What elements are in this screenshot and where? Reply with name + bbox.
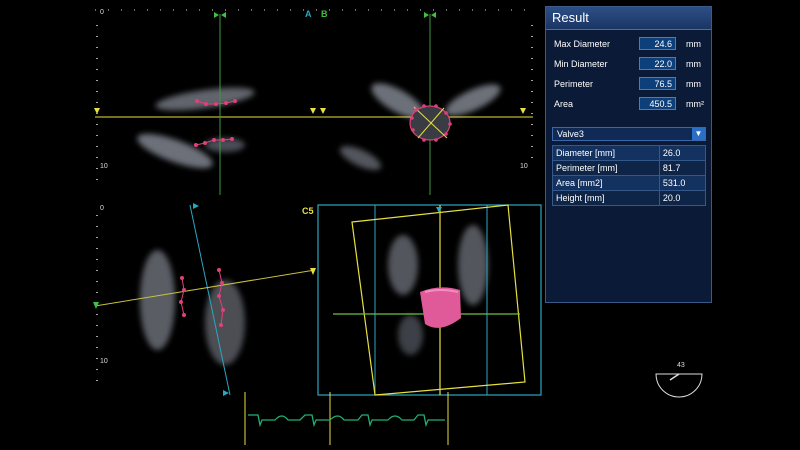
table-cell-label: Perimeter [mm] xyxy=(552,160,660,176)
chevron-down-icon[interactable]: ▼ xyxy=(692,128,705,140)
area-unit: mm² xyxy=(686,99,704,109)
result-title: Result xyxy=(546,7,711,30)
table-cell-value: 26.0 xyxy=(658,145,707,161)
valve-table: Diameter [mm] 26.0 Perimeter [mm] 81.7 A… xyxy=(552,145,707,206)
depth-label-bottom-top: 0 xyxy=(100,205,104,212)
area-value[interactable]: 450.5 xyxy=(639,97,676,110)
table-cell-value: 20.0 xyxy=(658,190,707,206)
table-row: Height [mm] 20.0 xyxy=(552,190,707,206)
depth-label-bottom-10: 10 xyxy=(100,358,108,365)
perimeter-value[interactable]: 76.5 xyxy=(639,77,676,90)
area-label: Area xyxy=(554,99,574,109)
max-diameter-unit: mm xyxy=(686,39,701,49)
table-cell-label: Height [mm] xyxy=(552,190,660,206)
angle-value: 43 xyxy=(677,362,685,369)
depth-label-top: 0 xyxy=(100,9,104,16)
table-cell-value: 531.0 xyxy=(658,175,707,191)
depth-label-10-left: 10 xyxy=(100,163,108,170)
view-label-a: A xyxy=(305,9,312,19)
table-cell-label: Diameter [mm] xyxy=(552,145,660,161)
max-diameter-value[interactable]: 24.6 xyxy=(639,37,676,50)
perimeter-unit: mm xyxy=(686,79,701,89)
table-row: Perimeter [mm] 81.7 xyxy=(552,160,707,176)
valve-select-value: Valve3 xyxy=(557,129,584,139)
table-cell-label: Area [mm2] xyxy=(552,175,660,191)
view-label-b: B xyxy=(321,9,328,19)
result-panel: Result Max Diameter 24.6 mm Min Diameter… xyxy=(545,6,712,303)
table-cell-value: 81.7 xyxy=(658,160,707,176)
view-label-c5: C5 xyxy=(302,206,314,216)
min-diameter-label: Min Diameter xyxy=(554,59,608,69)
max-diameter-label: Max Diameter xyxy=(554,39,611,49)
valve-select[interactable]: Valve3 ▼ xyxy=(552,127,706,141)
min-diameter-value[interactable]: 22.0 xyxy=(639,57,676,70)
min-diameter-unit: mm xyxy=(686,59,701,69)
depth-label-10-right: 10 xyxy=(520,163,528,170)
table-row: Area [mm2] 531.0 xyxy=(552,175,707,191)
table-row: Diameter [mm] 26.0 xyxy=(552,145,707,161)
perimeter-label: Perimeter xyxy=(554,79,594,89)
